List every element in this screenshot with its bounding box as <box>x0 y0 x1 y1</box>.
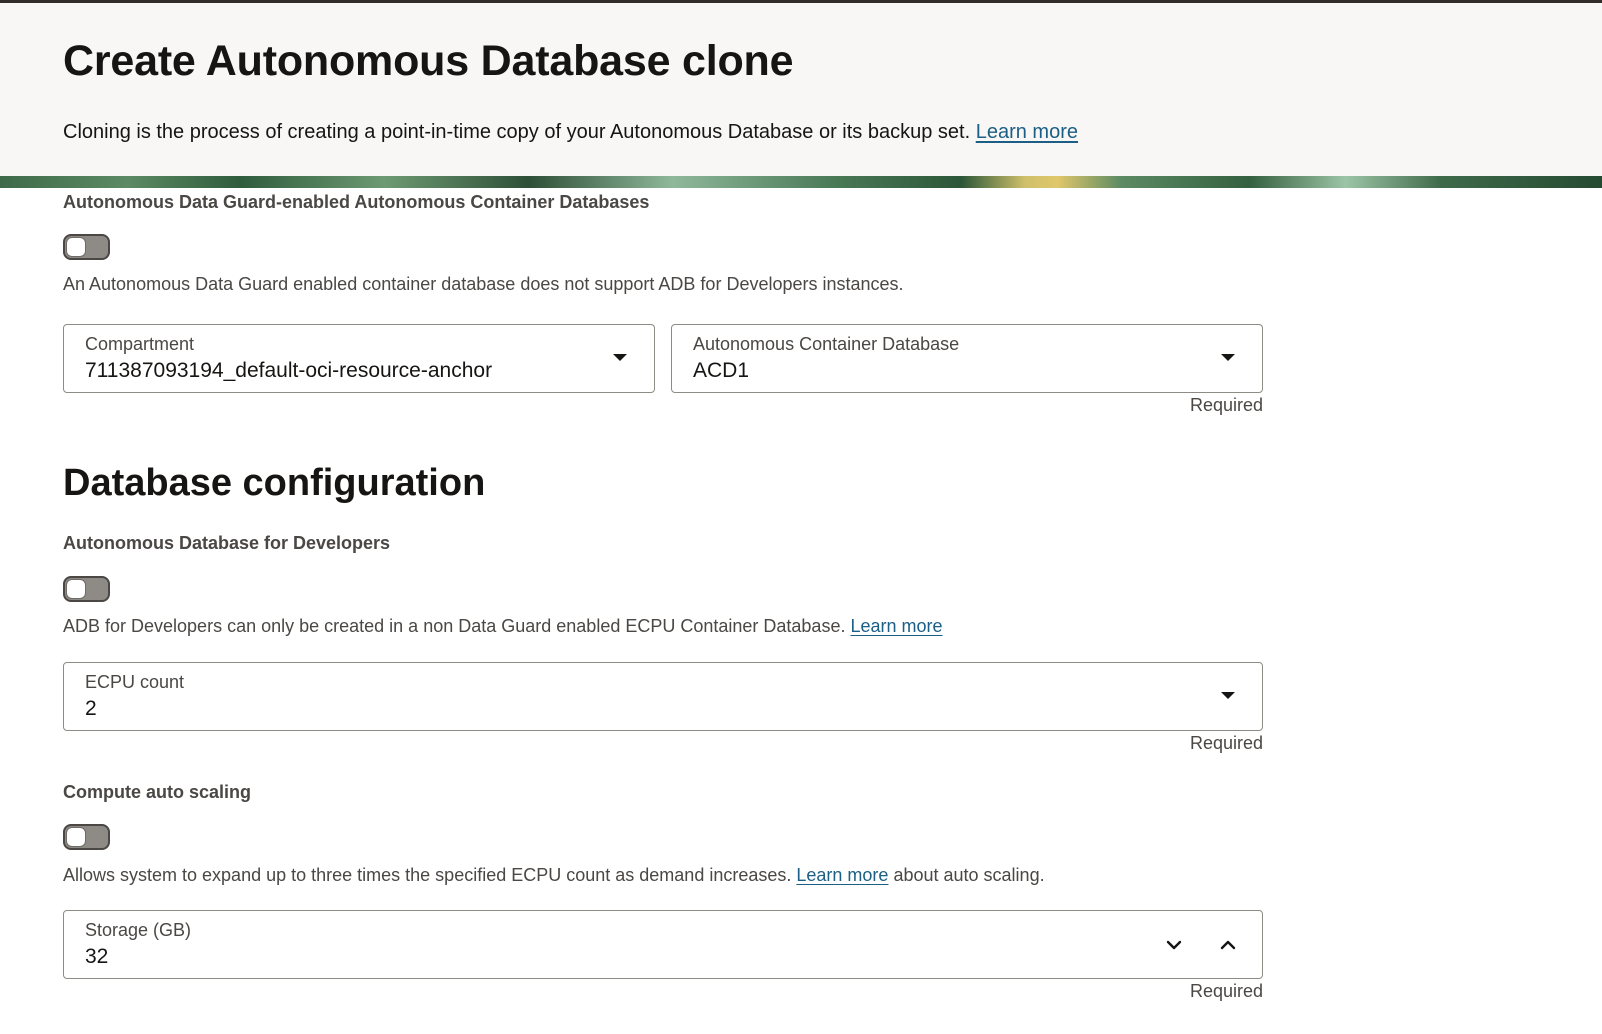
header-learn-more-link[interactable]: Learn more <box>976 121 1078 143</box>
container-database-value: ACD1 <box>693 359 750 382</box>
ecpu-count-value: 2 <box>85 697 97 720</box>
database-configuration-heading: Database configuration <box>63 462 486 504</box>
container-database-required: Required <box>1189 395 1263 415</box>
storage-label: Storage (GB) <box>85 920 192 940</box>
ecpu-count-required: Required <box>1189 733 1263 753</box>
storage-value[interactable]: 32 <box>85 945 108 969</box>
auto-scaling-toggle[interactable] <box>63 824 110 850</box>
data-guard-help: An Autonomous Data Guard enabled contain… <box>63 274 904 294</box>
toggle-knob <box>66 827 86 847</box>
container-database-select[interactable]: Autonomous Container Database ACD1 <box>671 324 1263 393</box>
toggle-knob <box>66 579 86 599</box>
compartment-label: Compartment <box>85 334 195 354</box>
ecpu-count-select[interactable]: ECPU count 2 <box>63 662 1263 731</box>
auto-scaling-help-suffix: about auto scaling. <box>893 865 1045 885</box>
page-header: Create Autonomous Database clone Cloning… <box>0 0 1602 176</box>
decorative-banner <box>0 176 1602 188</box>
auto-scaling-help-text: Allows system to expand up to three time… <box>63 865 792 885</box>
developers-help: ADB for Developers can only be created i… <box>63 616 943 637</box>
developers-help-text: ADB for Developers can only be created i… <box>63 616 846 636</box>
page-description-text: Cloning is the process of creating a poi… <box>63 121 971 143</box>
caret-down-icon <box>1221 692 1235 699</box>
page-title: Create Autonomous Database clone <box>63 37 794 85</box>
storage-increment-button[interactable] <box>1214 931 1242 959</box>
caret-down-icon <box>1221 354 1235 361</box>
auto-scaling-learn-more-link[interactable]: Learn more <box>796 865 888 885</box>
ecpu-count-label: ECPU count <box>85 672 185 692</box>
toggle-knob <box>66 237 86 257</box>
storage-decrement-button[interactable] <box>1160 931 1188 959</box>
auto-scaling-label: Compute auto scaling <box>63 782 252 802</box>
data-guard-toggle[interactable] <box>63 234 110 260</box>
chevron-up-icon <box>1220 940 1236 950</box>
chevron-down-icon <box>1166 940 1182 950</box>
auto-scaling-help: Allows system to expand up to three time… <box>63 865 1045 886</box>
container-database-label: Autonomous Container Database <box>693 334 960 354</box>
page-description: Cloning is the process of creating a poi… <box>63 121 1078 144</box>
storage-stepper[interactable]: Storage (GB) 32 <box>63 910 1263 979</box>
storage-required: Required <box>1189 981 1263 1001</box>
data-guard-label: Autonomous Data Guard-enabled Autonomous… <box>63 192 650 212</box>
developers-label: Autonomous Database for Developers <box>63 533 391 553</box>
developers-toggle[interactable] <box>63 576 110 602</box>
compartment-value: 711387093194_default-oci-resource-anchor <box>85 359 493 382</box>
caret-down-icon <box>613 354 627 361</box>
developers-learn-more-link[interactable]: Learn more <box>850 616 942 636</box>
compartment-select[interactable]: Compartment 711387093194_default-oci-res… <box>63 324 655 393</box>
